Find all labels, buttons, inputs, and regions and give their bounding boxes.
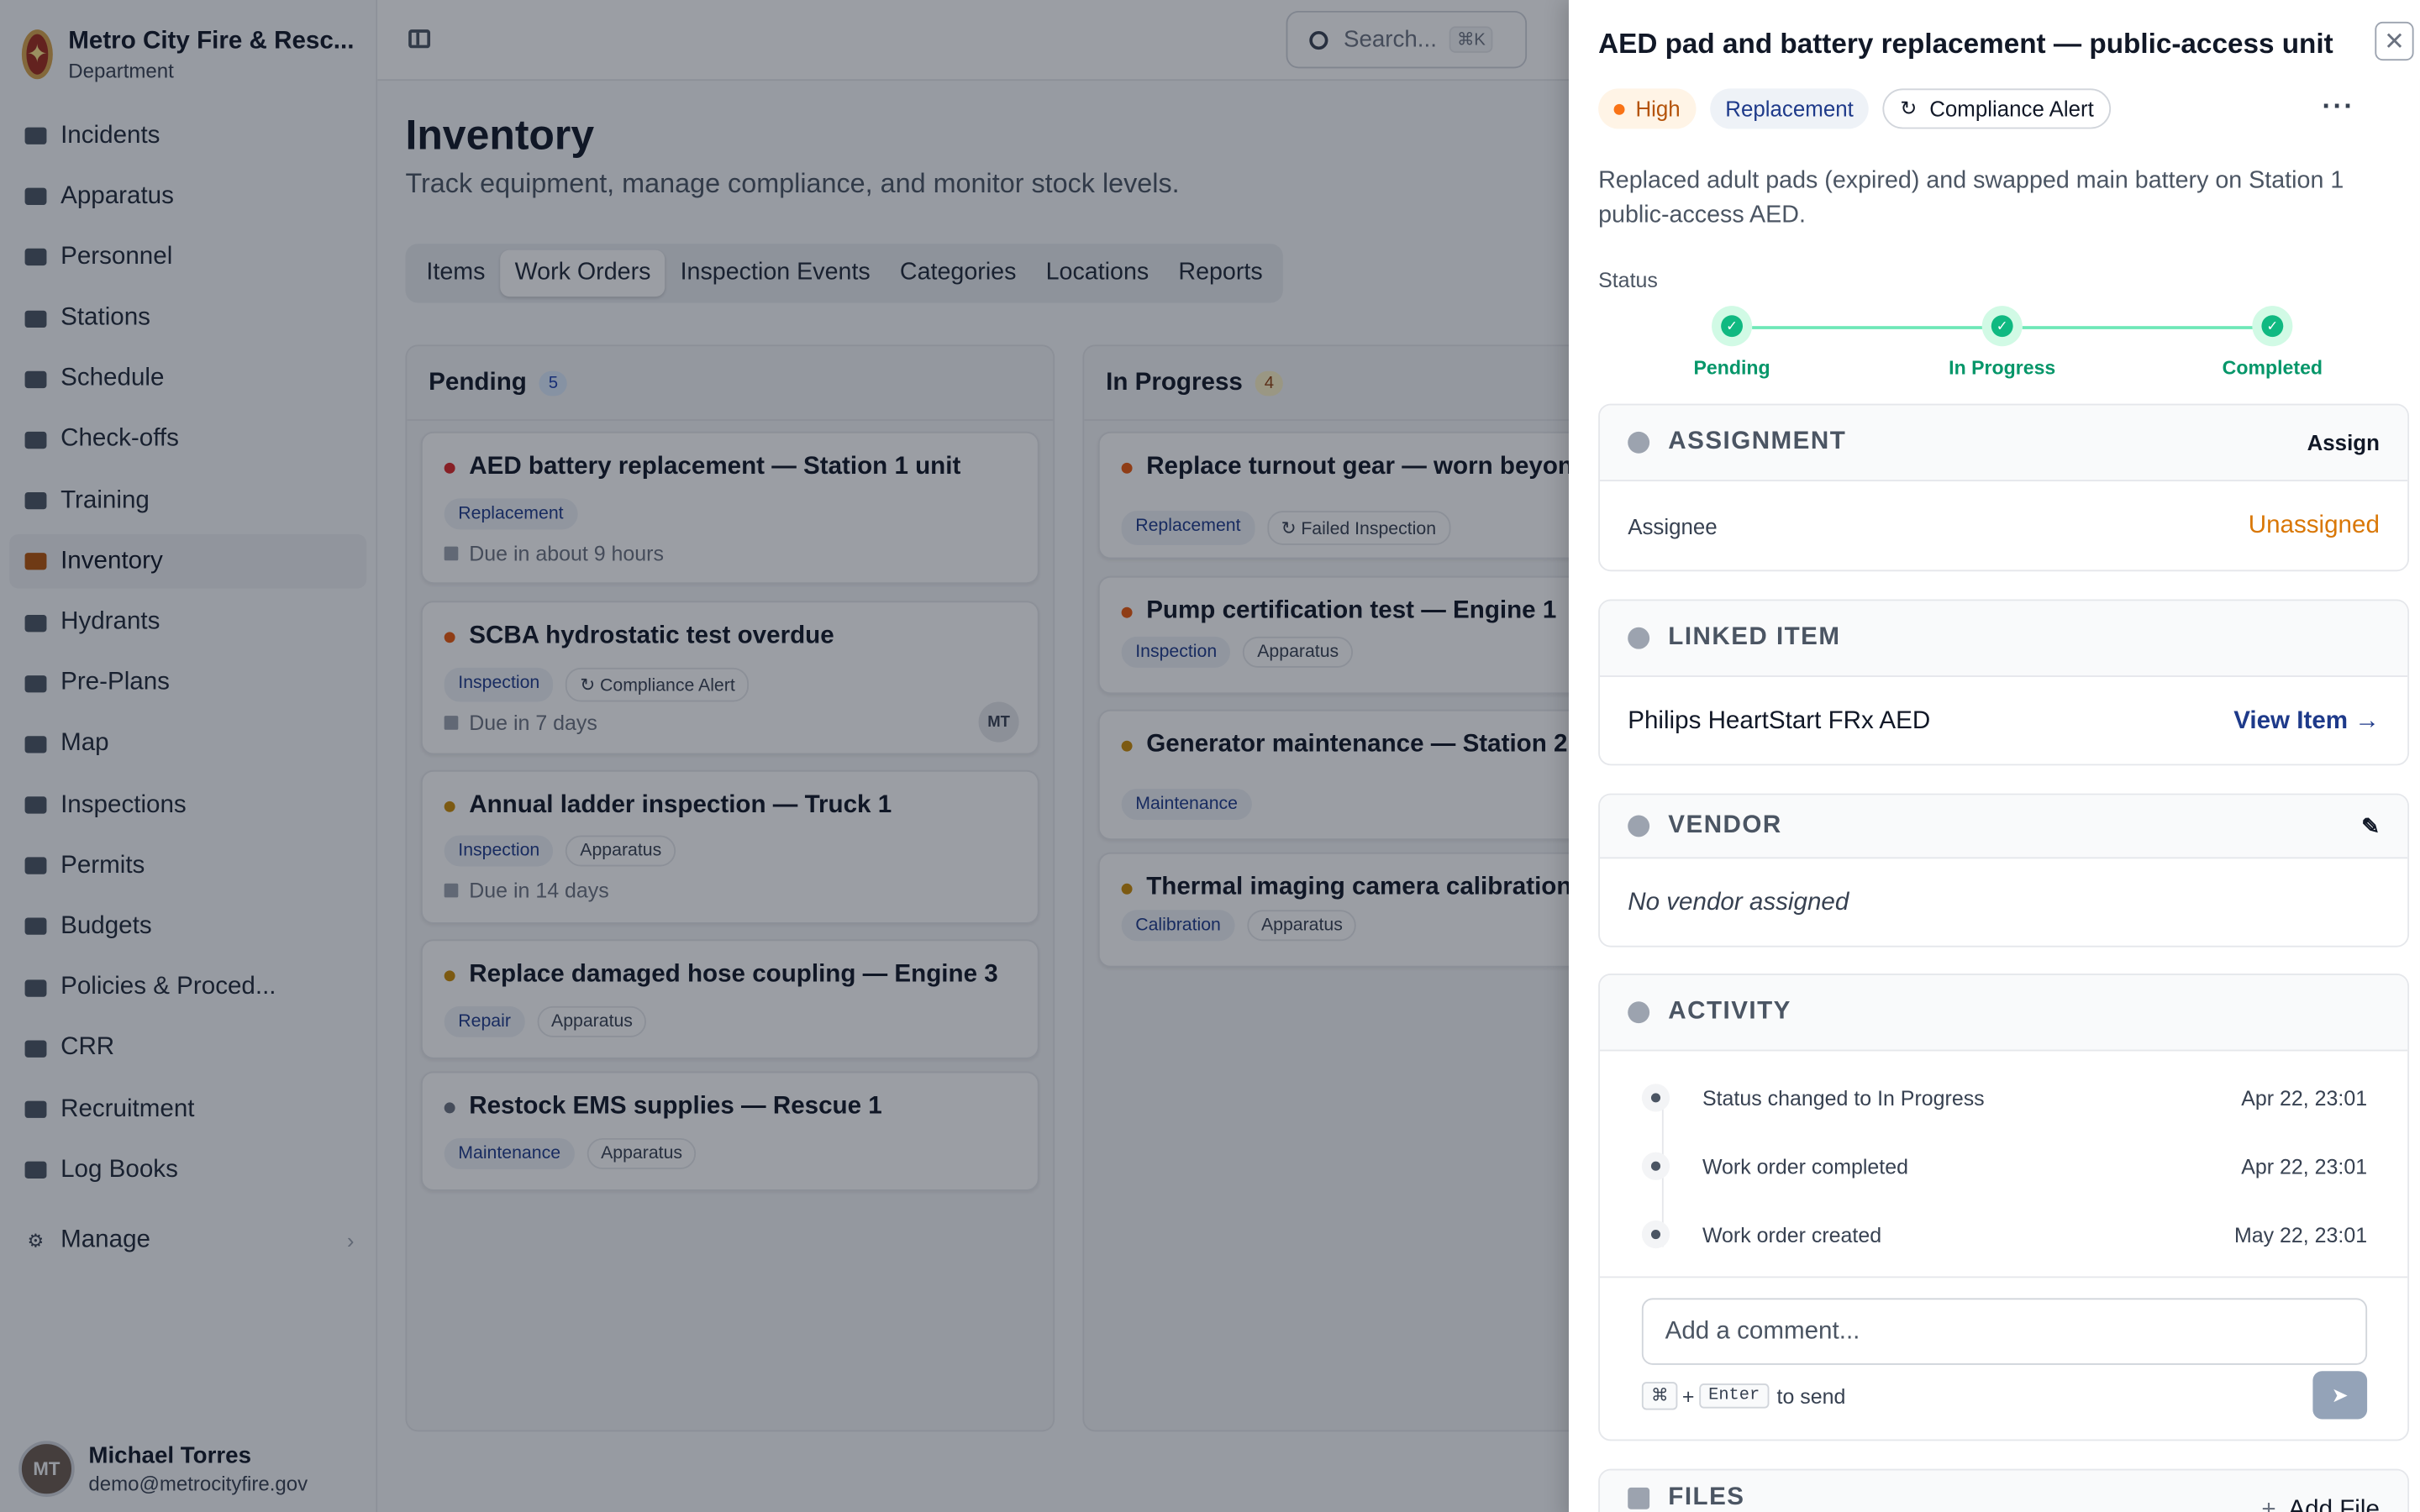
- activity-entry: Work order completed Apr 22, 23:01: [1600, 1132, 2407, 1200]
- linked-item-name: Philips HeartStart FRx AED: [1628, 706, 1931, 734]
- section-header: VENDOR ✎: [1599, 795, 2408, 859]
- section-header: ASSIGNMENT Assign: [1599, 405, 2408, 482]
- refresh-icon: ↻: [1900, 96, 1918, 120]
- section-header: LINKED ITEM: [1599, 601, 2408, 677]
- section-title: FILES: [1668, 1483, 1745, 1510]
- source-badge: ↻ Compliance Alert: [1882, 88, 2112, 129]
- divider: [1599, 1276, 2408, 1278]
- plus-sign: +: [1681, 1383, 1695, 1408]
- activity-time: Apr 22, 23:01: [2241, 1086, 2368, 1110]
- status-step-label: In Progress: [1949, 357, 2056, 380]
- command-key: ⌘: [1641, 1382, 1678, 1410]
- link-icon: [1628, 627, 1650, 649]
- vendor-section: VENDOR ✎ No vendor assigned: [1598, 793, 2410, 948]
- activity-dot-icon: [1641, 1152, 1670, 1180]
- activity-text: Work order completed: [1702, 1154, 1908, 1179]
- modal-backdrop[interactable]: [0, 0, 1569, 1512]
- file-icon: [1628, 1486, 1650, 1509]
- activity-text: Work order created: [1702, 1222, 1882, 1247]
- status-progress-line: [1752, 326, 1995, 329]
- enter-key: Enter: [1699, 1383, 1770, 1409]
- panel-title: AED pad and battery replacement — public…: [1598, 28, 2333, 60]
- source-label: Compliance Alert: [1929, 96, 2094, 122]
- close-icon[interactable]: ✕: [2375, 21, 2414, 61]
- check-icon: ✓: [1991, 315, 2013, 338]
- linked-item-section: LINKED ITEM Philips HeartStart FRx AED V…: [1598, 599, 2410, 766]
- assignee-value: Unassigned: [2248, 512, 2380, 538]
- activity-entry: Work order created May 22, 23:01: [1600, 1200, 2407, 1268]
- edit-icon[interactable]: ✎: [2361, 813, 2380, 839]
- type-badge: Replacement: [1709, 88, 1870, 129]
- section-title: VENDOR: [1668, 811, 1782, 839]
- activity-time: Apr 22, 23:01: [2241, 1154, 2368, 1179]
- vendor-empty: No vendor assigned: [1628, 889, 1849, 916]
- status-step-in-progress: ✓: [1981, 306, 2023, 347]
- panel-description: Replaced adult pads (expired) and swappe…: [1598, 167, 2344, 228]
- send-icon[interactable]: ➤: [2312, 1371, 2368, 1420]
- comment-input[interactable]: Add a comment...: [1641, 1298, 2368, 1365]
- plus-icon: +: [2261, 1496, 2276, 1512]
- activity-dot-icon: [1641, 1084, 1670, 1112]
- linked-item-row: Philips HeartStart FRx AED View Item →: [1600, 677, 2407, 764]
- activity-time: May 22, 23:01: [2233, 1222, 2368, 1247]
- assign-button[interactable]: Assign: [2307, 430, 2380, 455]
- more-options-icon[interactable]: ···: [2323, 90, 2355, 123]
- add-file-label: Add File: [2288, 1496, 2380, 1512]
- send-hint: ⌘ + Enter to send: [1641, 1382, 1846, 1410]
- clock-icon: [1628, 1001, 1650, 1024]
- activity-section: ACTIVITY Status changed to In Progress Ap…: [1598, 974, 2410, 1441]
- priority-badge: High: [1598, 88, 1697, 129]
- user-icon: [1628, 431, 1650, 454]
- status-label: Status: [1598, 268, 1658, 292]
- assignee-label: Assignee: [1628, 512, 1718, 538]
- section-header: ACTIVITY: [1599, 974, 2408, 1052]
- status-progress-line: [2022, 326, 2265, 329]
- send-hint-text: to send: [1776, 1383, 1846, 1408]
- check-icon: ✓: [1721, 315, 1744, 338]
- activity-list: Status changed to In Progress Apr 22, 23:…: [1600, 1051, 2407, 1268]
- status-step-label: Completed: [2222, 357, 2323, 380]
- priority-label: High: [1635, 96, 1681, 122]
- add-file-button[interactable]: + Add File: [2261, 1496, 2380, 1512]
- section-title: LINKED ITEM: [1668, 624, 1841, 651]
- work-order-detail-panel: AED pad and battery replacement — public…: [1568, 0, 2420, 1512]
- truck-icon: [1628, 815, 1650, 837]
- check-icon: ✓: [2261, 315, 2284, 338]
- assignee-row: Assignee Unassigned: [1600, 481, 2407, 570]
- section-header: FILES + Add File: [1599, 1470, 2408, 1512]
- activity-text: Status changed to In Progress: [1702, 1086, 1985, 1110]
- status-step-label: Pending: [1693, 357, 1770, 380]
- section-title: ASSIGNMENT: [1668, 428, 1847, 455]
- priority-dot: [1613, 102, 1625, 114]
- assignment-section: ASSIGNMENT Assign Assignee Unassigned: [1598, 403, 2410, 572]
- status-step-completed: ✓: [2252, 306, 2293, 347]
- files-section: FILES + Add File: [1598, 1468, 2410, 1512]
- vendor-row: No vendor assigned: [1600, 858, 2407, 946]
- section-title: ACTIVITY: [1668, 998, 1791, 1026]
- panel-badges: High Replacement ↻ Compliance Alert: [1598, 88, 2112, 129]
- activity-dot-icon: [1641, 1220, 1670, 1249]
- activity-entry: Status changed to In Progress Apr 22, 23:…: [1600, 1063, 2407, 1131]
- status-step-pending: ✓: [1712, 306, 1753, 347]
- view-item-link[interactable]: View Item →: [2233, 707, 2380, 735]
